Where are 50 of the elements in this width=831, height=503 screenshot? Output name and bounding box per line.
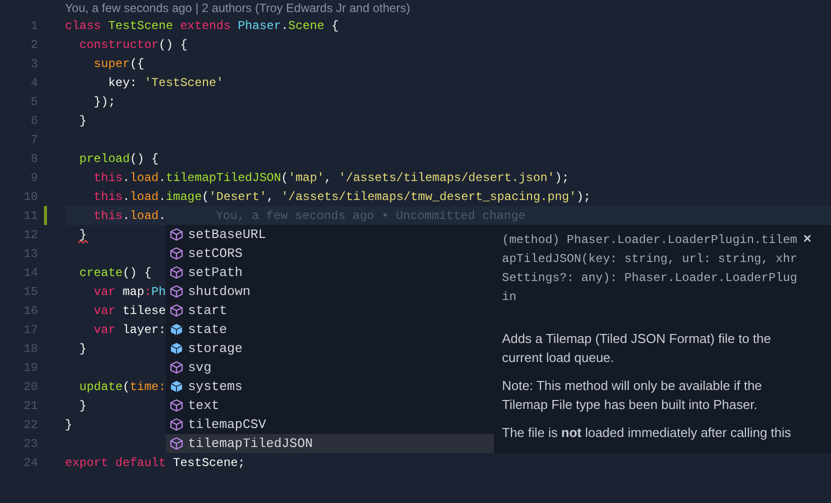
method-icon	[170, 304, 183, 317]
suggestion-item[interactable]: svg	[166, 358, 494, 377]
documentation-paragraph: Adds a Tilemap (Tiled JSON Format) file to the current load queue.	[502, 330, 772, 367]
documentation-paragraph: The file is not loaded immediately after calling this	[502, 424, 792, 442]
method-icon	[170, 418, 183, 431]
code-line: }	[78, 112, 87, 130]
close-button[interactable]: ×	[803, 231, 812, 245]
code-line: this.load.tilemapTiledJSON('map', '/assets/tilemaps/desert.json');	[92, 170, 570, 186]
suggestion-item[interactable]: start	[166, 301, 494, 320]
blame-annotation[interactable]: You, a few seconds ago | 2 authors (Troy Edwards Jr and others)	[65, 0, 410, 17]
method-icon	[170, 228, 183, 241]
suggestion-item[interactable]: setBaseURL	[166, 225, 494, 244]
code-line: }	[78, 226, 87, 244]
suggestion-item[interactable]: tilemapCSV	[166, 415, 494, 434]
suggestion-item[interactable]: systems	[166, 377, 494, 396]
code-line: var layer:	[92, 322, 166, 338]
code-line: }	[78, 398, 87, 414]
suggestion-item[interactable]: tilemapTiledJSON	[166, 434, 494, 453]
code-line: export default TestScene;	[65, 454, 246, 472]
suggestion-item[interactable]: storage	[166, 339, 494, 358]
code-line: constructor() {	[78, 36, 188, 54]
property-icon	[170, 342, 183, 355]
suggestion-item[interactable]: setCORS	[166, 244, 494, 263]
code-line: class TestScene extends Phaser.Scene {	[65, 18, 339, 34]
documentation-paragraph: Note: This method will only be available if the Tilemap File type has been built into Phaser.	[502, 377, 763, 414]
code-line: key: 'TestScene'	[107, 74, 224, 92]
suggestion-item[interactable]: text	[166, 396, 494, 415]
method-icon	[170, 266, 183, 279]
suggestion-item[interactable]: state	[166, 320, 494, 339]
method-icon	[170, 399, 183, 412]
property-icon	[170, 380, 183, 393]
code-line: create() {	[78, 264, 152, 282]
code-line: this.load.image('Desert', '/assets/tilemaps/tmw_desert_spacing.png');	[92, 188, 591, 206]
method-signature: (method) Phaser.Loader.LoaderPlugin.tilemapTiledJSON(key: string, url: string, xhrSettings?: any): Phaser.Loader.LoaderPlugin	[502, 232, 798, 306]
code-line: }	[78, 340, 87, 358]
code-line: });	[92, 94, 116, 110]
code-line: this.load.	[92, 208, 166, 224]
code-line: var map:Ph	[92, 284, 166, 300]
suggestion-item[interactable]: shutdown	[166, 282, 494, 301]
suggestion-item[interactable]: setPath	[166, 263, 494, 282]
code-line: var tilese	[92, 302, 166, 320]
code-line: update(time:	[78, 378, 166, 396]
code-line: super({	[92, 56, 144, 72]
code-line: preload() {	[78, 150, 159, 168]
property-icon	[170, 323, 183, 336]
code-line: }	[65, 416, 72, 434]
method-icon	[170, 361, 183, 374]
method-icon	[170, 437, 183, 450]
method-icon	[170, 247, 183, 260]
method-icon	[170, 285, 183, 298]
